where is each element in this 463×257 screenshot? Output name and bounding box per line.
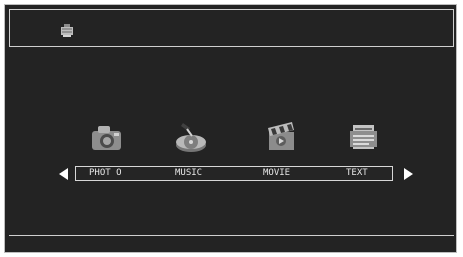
menu-item-music[interactable]: MUSIC [175, 168, 202, 179]
menu-item-text[interactable]: TEXT [346, 168, 368, 179]
usb-source-icon [61, 24, 73, 37]
top-status-bar [9, 9, 454, 47]
document-stack-icon[interactable] [344, 118, 384, 156]
right-arrow-icon[interactable] [401, 167, 415, 181]
menu-item-photo[interactable]: PHOT O [89, 168, 122, 179]
camera-icon[interactable] [87, 118, 127, 156]
media-menu-screen: PHOT O MUSIC MOVIE TEXT [4, 4, 457, 253]
bottom-status-bar [9, 235, 454, 250]
disc-player-icon[interactable] [171, 118, 211, 156]
clapperboard-icon[interactable] [261, 118, 301, 156]
left-arrow-icon[interactable] [57, 167, 71, 181]
menu-item-movie[interactable]: MOVIE [263, 168, 290, 179]
media-type-menu: PHOT O MUSIC MOVIE TEXT [75, 166, 393, 181]
